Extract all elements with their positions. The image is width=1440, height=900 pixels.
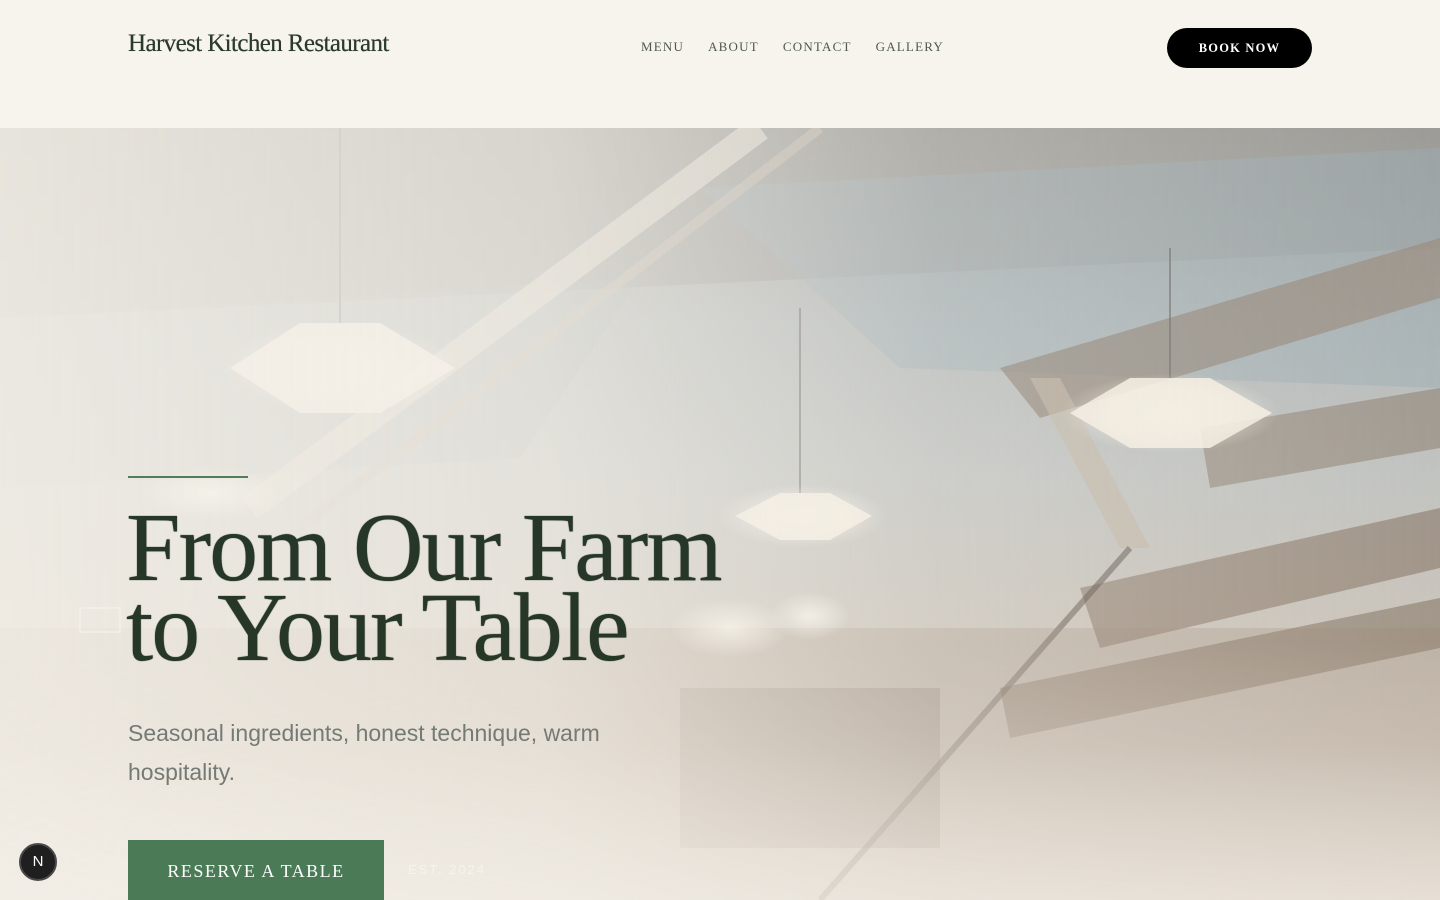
nav-link-menu[interactable]: MENU [641,39,684,55]
next-logo-icon[interactable]: N [19,843,57,881]
site-header: Harvest Kitchen Restaurant MENU ABOUT CO… [0,0,1440,128]
established-label: EST. 2024 [408,862,486,877]
book-now-button[interactable]: BOOK NOW [1167,28,1312,68]
nav-link-gallery[interactable]: GALLERY [876,39,944,55]
brand-logo[interactable]: Harvest Kitchen Restaurant [128,30,389,58]
main-nav: MENU ABOUT CONTACT GALLERY [641,39,944,55]
accent-divider [128,476,248,478]
nav-link-about[interactable]: ABOUT [708,39,759,55]
hero-subtitle: Seasonal ingredients, honest technique, … [128,720,600,785]
hero-title: From Our Farm to Your Table [126,499,886,682]
nav-link-contact[interactable]: CONTACT [783,39,852,55]
hero-title-line-2: to Your Table [126,574,630,682]
reserve-table-button[interactable]: RESERVE A TABLE [128,840,384,900]
hero-section: From Our Farm to Your Table Seasonal ing… [0,128,1440,900]
